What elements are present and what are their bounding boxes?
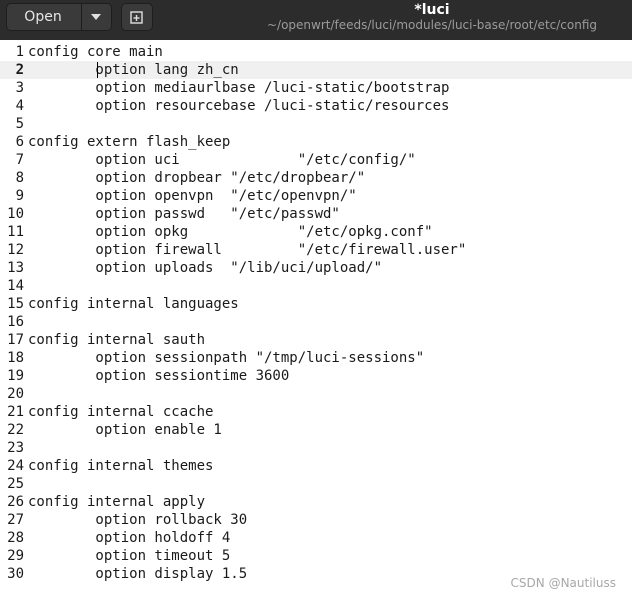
line-number: 16 [7, 314, 24, 330]
code-text: option passwd "/etc/passwd" [28, 206, 340, 222]
line-number: 11 [7, 224, 24, 240]
code-line[interactable]: 5 [0, 115, 632, 133]
line-number: 24 [7, 458, 24, 474]
window-title: *luci [414, 2, 450, 18]
open-button-label: Open [24, 9, 62, 25]
code-text: option enable 1 [28, 422, 222, 438]
code-text: option holdoff 4 [28, 530, 231, 546]
code-line[interactable]: 11 option opkg "/etc/opkg.conf" [0, 223, 632, 241]
code-text: option rollback 30 [28, 512, 248, 528]
line-number: 1 [15, 44, 24, 60]
code-text: config internal sauth [28, 332, 206, 348]
line-number: 14 [7, 278, 24, 294]
code-line[interactable]: 20 [0, 385, 632, 403]
line-number: 4 [15, 98, 24, 114]
line-number: 22 [7, 422, 24, 438]
code-text: config internal ccache [28, 404, 214, 420]
code-line[interactable]: 13 option uploads "/lib/uci/upload/" [0, 259, 632, 277]
code-text: config internal languages [28, 296, 239, 312]
code-line[interactable]: 1 config core main [0, 43, 632, 61]
code-line[interactable]: 15 config internal languages [0, 295, 632, 313]
code-text: option openvpn "/etc/openvpn/" [28, 188, 357, 204]
line-number: 29 [7, 548, 24, 564]
code-line[interactable]: 28 option holdoff 4 [0, 529, 632, 547]
code-text: option uci "/etc/config/" [28, 152, 416, 168]
code-text: config internal themes [28, 458, 214, 474]
code-line[interactable]: 19 option sessiontime 3600 [0, 367, 632, 385]
line-number: 25 [7, 476, 24, 492]
line-number: 27 [7, 512, 24, 528]
code-text: option firewall "/etc/firewall.user" [28, 242, 467, 258]
line-number: 23 [7, 440, 24, 456]
code-line[interactable]: 9 option openvpn "/etc/openvpn/" [0, 187, 632, 205]
code-line[interactable]: 16 [0, 313, 632, 331]
code-text: option timeout 5 [28, 548, 231, 564]
code-text: option opkg "/etc/opkg.conf" [28, 224, 433, 240]
code-line[interactable]: 29 option timeout 5 [0, 547, 632, 565]
header-bar: Open *luci ~/openwrt/feeds/luci/modules/… [0, 0, 632, 40]
code-line[interactable]: 2 option lang zh_cn [0, 61, 632, 79]
line-number: 17 [7, 332, 24, 348]
code-line[interactable]: 10 option passwd "/etc/passwd" [0, 205, 632, 223]
text-cursor [97, 62, 98, 78]
line-number: 30 [7, 566, 24, 582]
code-line[interactable]: 3 option mediaurlbase /luci-static/boots… [0, 79, 632, 97]
code-text: option uploads "/lib/uci/upload/" [28, 260, 383, 276]
code-text: option resourcebase /luci-static/resourc… [28, 98, 450, 114]
code-line[interactable]: 7 option uci "/etc/config/" [0, 151, 632, 169]
code-text: option sessionpath "/tmp/luci-sessions" [28, 350, 425, 366]
new-document-icon [130, 11, 143, 24]
open-button[interactable]: Open [6, 3, 112, 31]
text-editor-area[interactable]: 1 config core main 2 option lang zh_cn 3 op… [0, 40, 632, 598]
code-line[interactable]: 22 option enable 1 [0, 421, 632, 439]
code-line[interactable]: 4 option resourcebase /luci-static/resou… [0, 97, 632, 115]
watermark: CSDN @Nautiluss [510, 576, 616, 590]
line-number: 9 [15, 188, 24, 204]
code-line[interactable]: 24 config internal themes [0, 457, 632, 475]
code-line[interactable]: 14 [0, 277, 632, 295]
line-number: 8 [15, 170, 24, 186]
code-line[interactable]: 21 config internal ccache [0, 403, 632, 421]
code-text: config core main [28, 44, 163, 60]
line-number: 28 [7, 530, 24, 546]
line-number: 2 [15, 62, 24, 78]
line-number: 6 [15, 134, 24, 150]
line-number: 7 [15, 152, 24, 168]
code-line[interactable]: 12 option firewall "/etc/firewall.user" [0, 241, 632, 259]
line-number: 19 [7, 368, 24, 384]
line-number: 13 [7, 260, 24, 276]
line-number: 26 [7, 494, 24, 510]
code-text: config internal apply [28, 494, 206, 510]
line-number: 12 [7, 242, 24, 258]
chevron-down-icon [91, 14, 101, 20]
new-document-button[interactable] [121, 3, 153, 31]
code-line[interactable]: 26 config internal apply [0, 493, 632, 511]
open-menu-dropdown[interactable] [82, 4, 111, 30]
file-path-subtitle: ~/openwrt/feeds/luci/modules/luci-base/r… [266, 18, 598, 32]
code-line[interactable]: 27 option rollback 30 [0, 511, 632, 529]
code-text: option dropbear "/etc/dropbear/" [28, 170, 366, 186]
line-number: 10 [7, 206, 24, 222]
code-line[interactable]: 6 config extern flash_keep [0, 133, 632, 151]
code-text: option sessiontime 3600 [28, 368, 290, 384]
code-text: config extern flash_keep [28, 134, 231, 150]
line-number: 21 [7, 404, 24, 420]
line-number: 5 [15, 116, 24, 132]
line-number: 20 [7, 386, 24, 402]
code-line[interactable]: 25 [0, 475, 632, 493]
code-line[interactable]: 8 option dropbear "/etc/dropbear/" [0, 169, 632, 187]
code-text: option lang zh_cn [28, 62, 239, 78]
code-text: option display 1.5 [28, 566, 248, 582]
code-text: option mediaurlbase /luci-static/bootstr… [28, 80, 450, 96]
line-number: 3 [15, 80, 24, 96]
line-number: 18 [7, 350, 24, 366]
code-line[interactable]: 18 option sessionpath "/tmp/luci-session… [0, 349, 632, 367]
code-line[interactable]: 23 [0, 439, 632, 457]
line-number: 15 [7, 296, 24, 312]
code-line[interactable]: 17 config internal sauth [0, 331, 632, 349]
